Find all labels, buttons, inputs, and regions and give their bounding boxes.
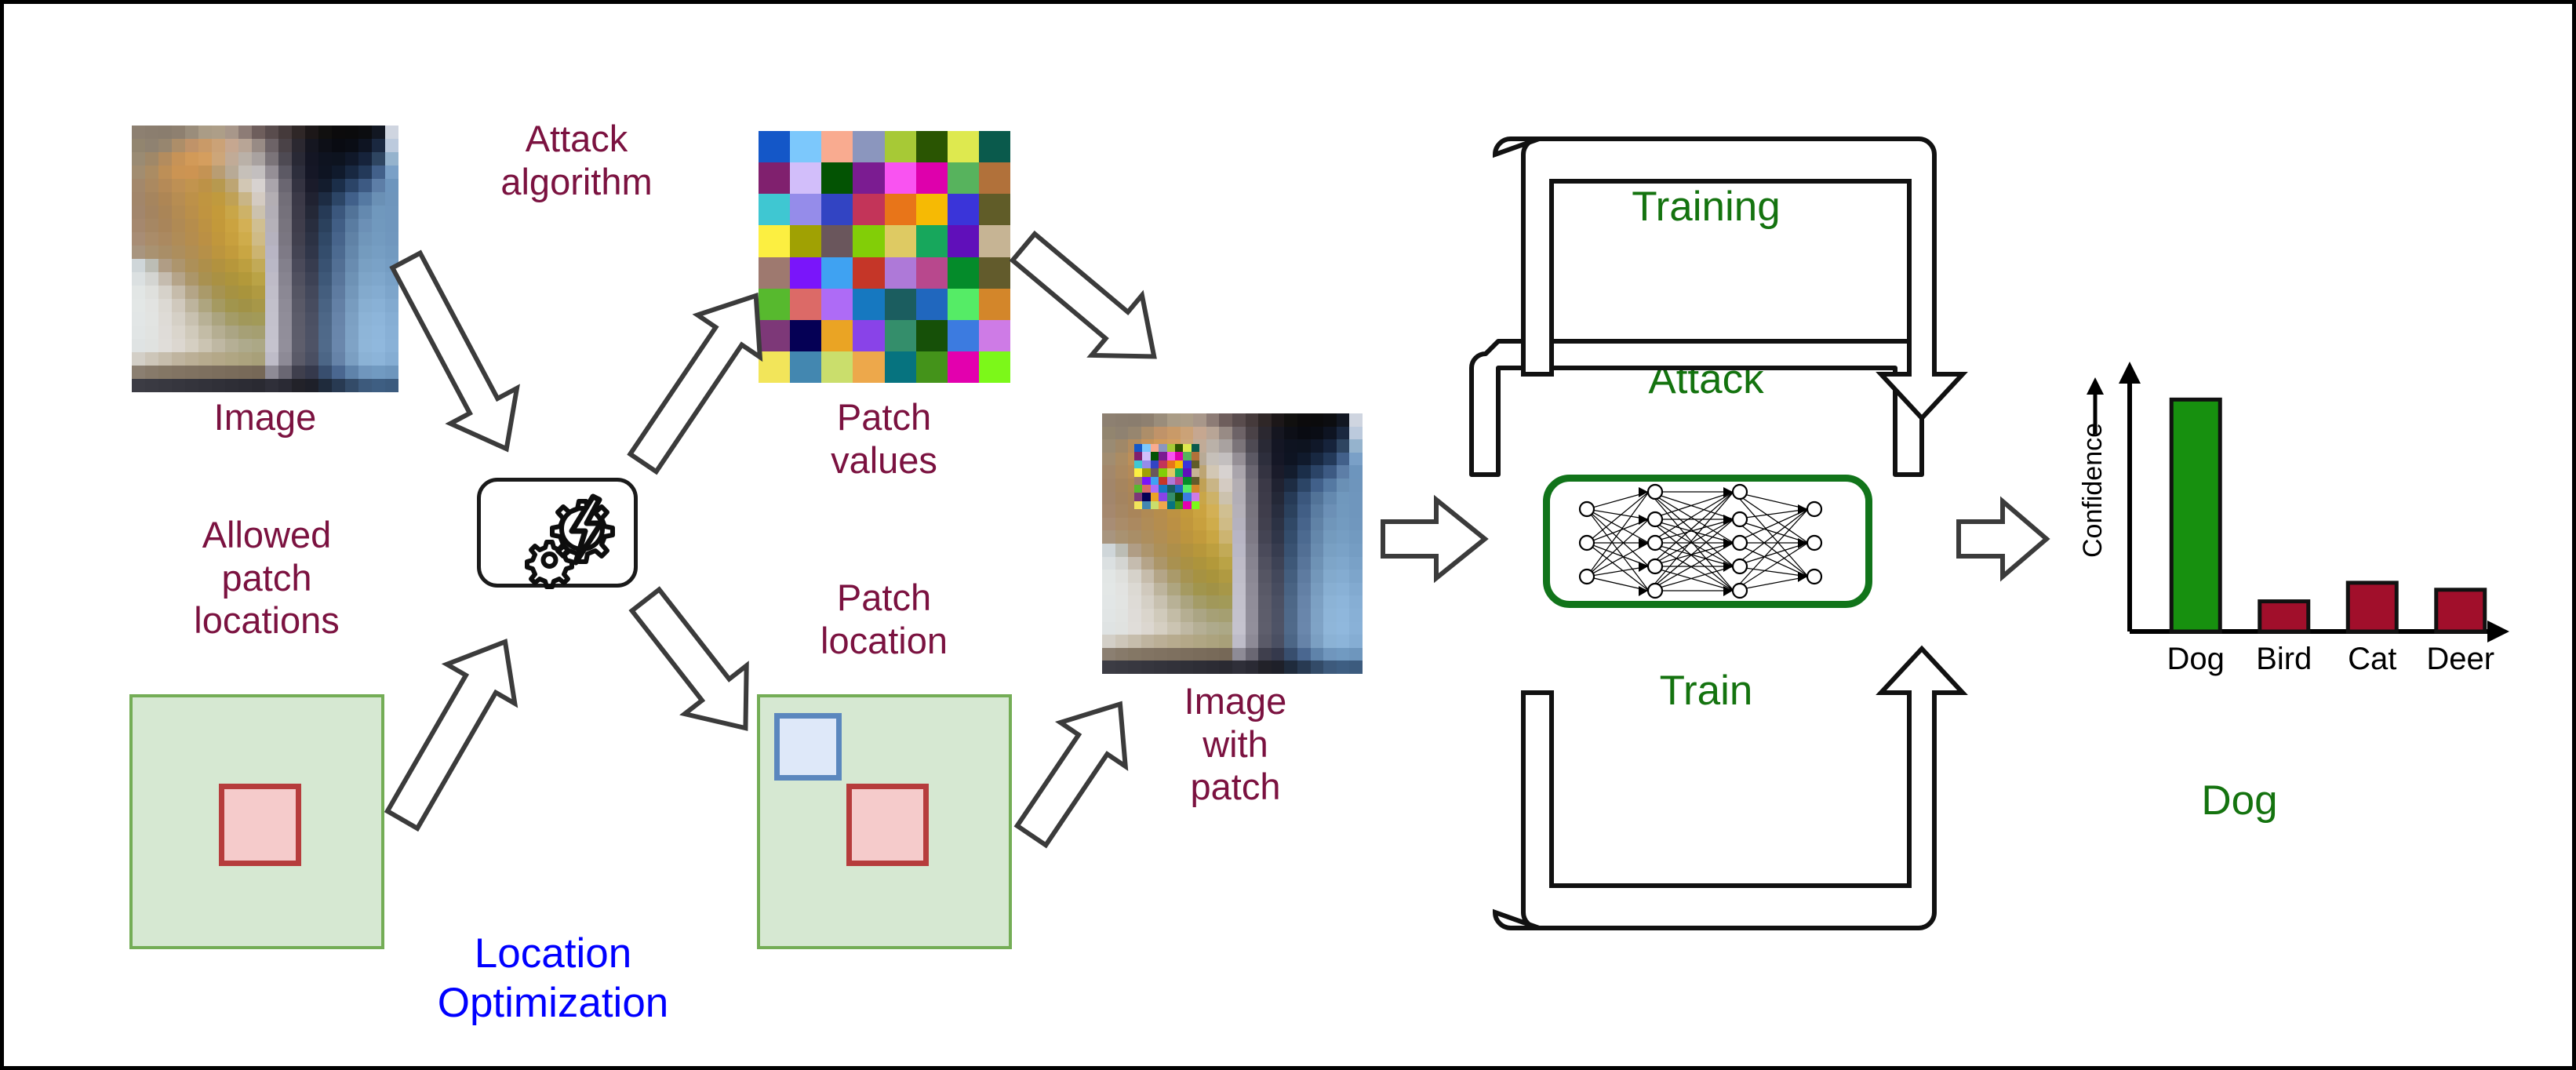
diagram-canvas: Image Attack algorithm Allowed patch loc… bbox=[0, 0, 2576, 1070]
allowed-locations-box bbox=[129, 694, 384, 949]
adversarial-training-label: Adversarial Training bbox=[1602, 134, 1810, 230]
applied-patch-overlay bbox=[1134, 444, 1199, 509]
neural-network-icon bbox=[1578, 483, 1823, 599]
patch-location-label: Patch location bbox=[820, 577, 948, 661]
arrow-patch-values-to-image bbox=[1009, 230, 1157, 359]
location-optimization-label: Location Optimization bbox=[437, 930, 669, 1026]
allowed-patch-locations-label: Allowed patch locations bbox=[194, 514, 340, 642]
svg-text:Deer: Deer bbox=[2426, 642, 2494, 676]
allowed-patch-region bbox=[219, 784, 301, 866]
selected-patch-region bbox=[846, 784, 929, 866]
svg-text:Bird: Bird bbox=[2256, 642, 2312, 676]
gear-lightning-icon bbox=[525, 493, 615, 589]
attack-label: Attack bbox=[1648, 356, 1764, 402]
patch-values-label: Patch values bbox=[831, 396, 937, 481]
arrow-allowed-locations-to-algorithm bbox=[384, 638, 518, 832]
confidence-bar-chart: Confidence Dog Bird Cat Deer bbox=[2078, 362, 2509, 676]
arrow-training-to-chart bbox=[1956, 496, 2050, 582]
patch-values-grid bbox=[759, 131, 1010, 383]
image-thumbnail bbox=[132, 126, 398, 392]
candidate-patch-region bbox=[774, 713, 842, 781]
patch-location-box bbox=[757, 694, 1012, 949]
svg-text:Dog: Dog bbox=[2167, 642, 2225, 676]
image-with-patch-label: Image with patch bbox=[1184, 680, 1287, 808]
arrow-image-to-training bbox=[1381, 494, 1489, 584]
image-label: Image bbox=[213, 396, 317, 438]
train-label: Train bbox=[1659, 668, 1753, 714]
arrow-algorithm-to-patch-location bbox=[628, 586, 749, 731]
svg-text:Cat: Cat bbox=[2348, 642, 2396, 676]
svg-text:Confidence: Confidence bbox=[2078, 423, 2108, 558]
attack-algorithm-label: Attack algorithm bbox=[500, 118, 653, 202]
prediction-label: Dog bbox=[2201, 777, 2278, 824]
